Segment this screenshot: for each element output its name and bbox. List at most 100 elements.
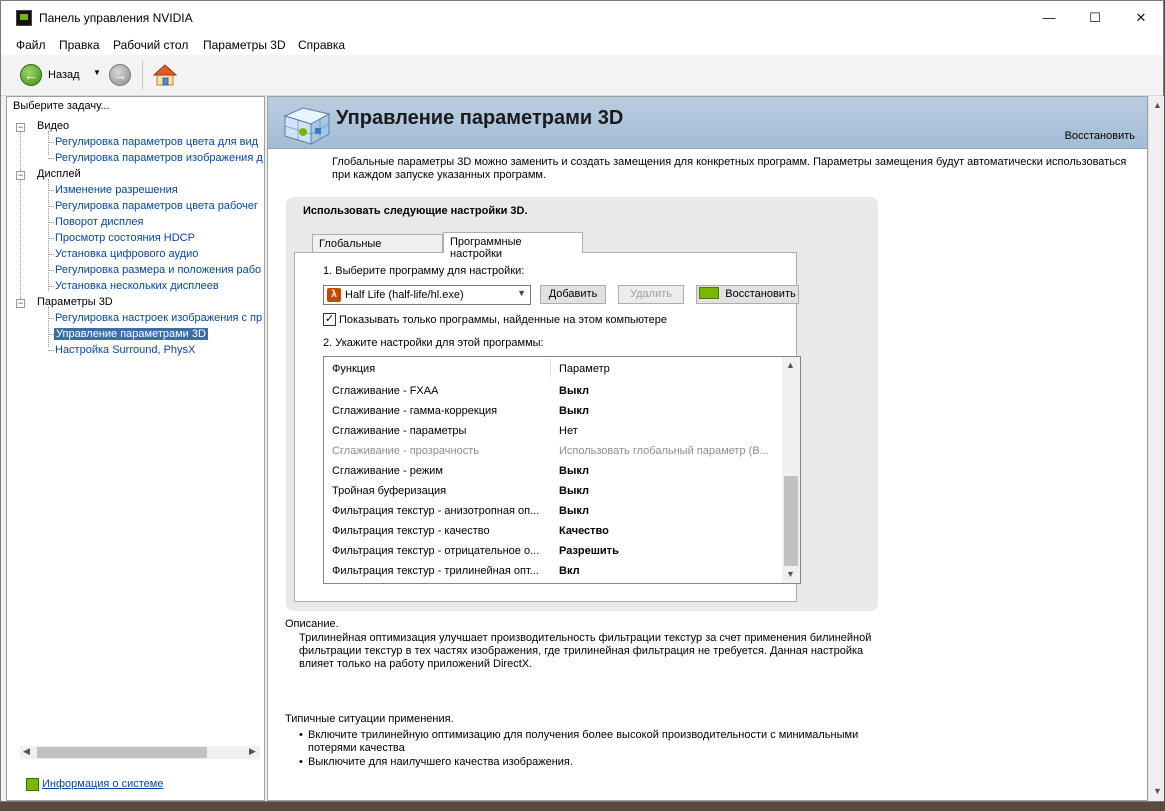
- 3d-cube-icon: [283, 107, 331, 145]
- table-row[interactable]: Сглаживание - параметры Нет: [324, 421, 782, 441]
- home-icon[interactable]: [153, 63, 177, 87]
- tree-group-display[interactable]: Дисплей: [37, 168, 81, 180]
- system-info-label[interactable]: Информация о системе: [42, 778, 163, 790]
- table-row[interactable]: Тройная буферизация Выкл: [324, 481, 782, 501]
- table-row[interactable]: Фильтрация текстур - трилинейная опт... В…: [324, 561, 782, 581]
- tree-connector: [48, 206, 54, 207]
- description-text: Трилинейная оптимизация улучшает произво…: [299, 632, 872, 670]
- content-vertical-scrollbar[interactable]: ▲ ▼: [1148, 96, 1164, 801]
- table-row[interactable]: Сглаживание - прозрачность Использовать г…: [324, 441, 782, 461]
- menu-edit[interactable]: Правка: [59, 38, 100, 52]
- window-title: Панель управления NVIDIA: [39, 11, 193, 25]
- scrollbar-thumb[interactable]: [37, 747, 207, 758]
- back-history-dropdown-icon[interactable]: ▼: [93, 68, 101, 77]
- tree-item-rotate-display[interactable]: Поворот дисплея: [55, 216, 143, 228]
- scroll-left-icon[interactable]: ◀: [23, 746, 30, 757]
- setting-value[interactable]: Выкл: [559, 505, 775, 517]
- restore-defaults-link[interactable]: Восстановить: [1065, 130, 1135, 142]
- table-row[interactable]: Сглаживание - гамма-коррекция Выкл: [324, 401, 782, 421]
- grid-vertical-scrollbar[interactable]: ▲ ▼: [782, 357, 800, 583]
- setting-value[interactable]: Использовать глобальный параметр (В...: [559, 445, 775, 457]
- setting-function: Фильтрация текстур - отрицательное о...: [332, 545, 540, 557]
- tab-global-settings[interactable]: Глобальные параметры: [312, 234, 443, 262]
- scroll-down-icon[interactable]: ▼: [1153, 786, 1162, 796]
- tree-item-hdcp[interactable]: Просмотр состояния HDCP: [55, 232, 195, 244]
- tree-item-video-image[interactable]: Регулировка параметров изображения д: [55, 152, 263, 164]
- remove-program-button[interactable]: Удалить: [618, 285, 684, 304]
- setting-value[interactable]: Выкл: [559, 485, 775, 497]
- column-parameter[interactable]: Параметр: [559, 363, 610, 375]
- tree-item-desktop-color[interactable]: Регулировка параметров цвета рабочег: [55, 200, 258, 212]
- chevron-down-icon[interactable]: ▼: [517, 288, 526, 298]
- minimize-button[interactable]: —: [1026, 1, 1072, 35]
- setting-value[interactable]: Качество: [559, 525, 775, 537]
- tree-item-manage-3d[interactable]: Управление параметрами 3D: [54, 328, 208, 340]
- table-row[interactable]: Сглаживание - режим Выкл: [324, 461, 782, 481]
- tree-item-desktop-size[interactable]: Регулировка размера и положения рабо: [55, 264, 261, 276]
- table-row[interactable]: Фильтрация текстур - анизотропная оп... В…: [324, 501, 782, 521]
- collapse-3d-icon[interactable]: −: [16, 299, 25, 308]
- collapse-display-icon[interactable]: −: [16, 171, 25, 180]
- scroll-up-icon[interactable]: ▲: [1153, 100, 1162, 110]
- forward-arrow-icon[interactable]: [109, 64, 131, 86]
- description-label: Описание.: [285, 618, 339, 630]
- setting-value[interactable]: Выкл: [559, 465, 775, 477]
- maximize-button[interactable]: ☐: [1072, 1, 1118, 35]
- table-row[interactable]: Сглаживание - FXAA Выкл: [324, 381, 782, 401]
- show-only-found-label[interactable]: Показывать только программы, найденные н…: [339, 314, 667, 326]
- setting-value[interactable]: Выкл: [559, 385, 775, 397]
- tree-group-3d[interactable]: Параметры 3D: [37, 296, 113, 308]
- nvidia-logo-icon: [26, 778, 39, 791]
- collapse-video-icon[interactable]: −: [16, 123, 25, 132]
- setting-function: Сглаживание - прозрачность: [332, 445, 480, 457]
- program-select[interactable]: λ Half Life (half-life/hl.exe) ▼: [323, 285, 531, 305]
- setting-value[interactable]: Вкл: [559, 565, 775, 577]
- column-function[interactable]: Функция: [332, 363, 375, 375]
- setting-function: Фильтрация текстур - качество: [332, 525, 490, 537]
- scrollbar-thumb[interactable]: [784, 476, 798, 566]
- tree-item-digital-audio[interactable]: Установка цифрового аудио: [55, 248, 198, 260]
- close-button[interactable]: ✕: [1118, 1, 1164, 35]
- scrollbar-track[interactable]: [1151, 116, 1163, 782]
- menu-3d-settings[interactable]: Параметры 3D: [203, 38, 286, 52]
- menu-bar: Файл Правка Рабочий стол Параметры 3D Сп…: [1, 35, 1163, 55]
- table-row[interactable]: Фильтрация текстур - качество Качество: [324, 521, 782, 541]
- tab-program-settings[interactable]: Программные настройки: [443, 232, 583, 260]
- scroll-right-icon[interactable]: ▶: [249, 746, 256, 757]
- setting-function: Фильтрация текстур - трилинейная опт...: [332, 565, 539, 577]
- table-row[interactable]: Фильтрация текстур - отрицательное о... Р…: [324, 541, 782, 561]
- menu-file[interactable]: Файл: [16, 38, 46, 52]
- setting-value[interactable]: Разрешить: [559, 545, 775, 557]
- tree-item-surround-physx[interactable]: Настройка Surround, PhysX: [55, 344, 195, 356]
- program-select-value: Half Life (half-life/hl.exe): [345, 289, 464, 301]
- setting-value[interactable]: Выкл: [559, 405, 775, 417]
- usage-item: Выключите для наилучшего качества изобра…: [299, 756, 869, 769]
- tree-connector: [48, 238, 54, 239]
- tree-item-video-color[interactable]: Регулировка параметров цвета для вид: [55, 136, 258, 148]
- tree-connector: [48, 131, 49, 155]
- scroll-down-icon[interactable]: ▼: [786, 569, 795, 579]
- setting-function: Тройная буферизация: [332, 485, 447, 497]
- setting-function: Сглаживание - гамма-коррекция: [332, 405, 498, 417]
- show-only-found-checkbox[interactable]: ✓: [323, 313, 336, 326]
- back-arrow-icon[interactable]: [20, 64, 42, 86]
- menu-help[interactable]: Справка: [298, 38, 345, 52]
- tree-group-video[interactable]: Видео: [37, 120, 69, 132]
- scroll-up-icon[interactable]: ▲: [786, 360, 795, 370]
- tree-connector: [48, 222, 54, 223]
- task-sidebar: Выберите задачу... − Видео Регулировка п…: [6, 96, 265, 801]
- menu-desktop[interactable]: Рабочий стол: [113, 38, 188, 52]
- tree-item-image-preview[interactable]: Регулировка настроек изображения с пр: [55, 312, 262, 324]
- tree-connector: [48, 190, 54, 191]
- column-separator[interactable]: [550, 359, 551, 377]
- tree-connector: [48, 318, 54, 319]
- sidebar-horizontal-scrollbar[interactable]: ◀ ▶: [20, 746, 260, 759]
- program-settings-panel: 1. Выберите программу для настройки: λ H…: [294, 252, 801, 602]
- setting-value[interactable]: Нет: [559, 425, 775, 437]
- add-program-button[interactable]: Добавить: [540, 285, 606, 304]
- title-bar: Панель управления NVIDIA — ☐ ✕: [1, 1, 1163, 35]
- tree-item-multiple-displays[interactable]: Установка нескольких дисплеев: [55, 280, 219, 292]
- back-button-label[interactable]: Назад: [48, 69, 80, 81]
- tree-item-change-resolution[interactable]: Изменение разрешения: [55, 184, 178, 196]
- restore-program-button[interactable]: Восстановить: [696, 285, 799, 304]
